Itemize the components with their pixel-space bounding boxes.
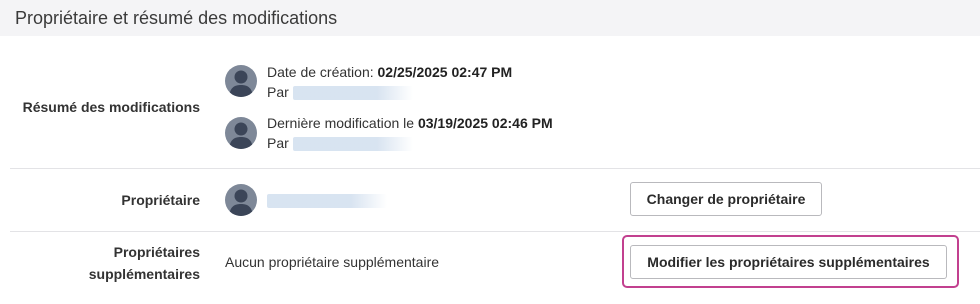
additional-owners-label-line1: Propriétaires — [113, 244, 200, 260]
no-additional-owners-text: Aucun propriétaire supplémentaire — [225, 254, 440, 270]
created-prefix: Date de création: — [267, 64, 378, 80]
created-by-label: Par — [267, 84, 289, 100]
created-by-redacted — [293, 86, 413, 100]
modified-date: 03/19/2025 02:46 PM — [417, 115, 553, 131]
modified-prefix: Dernière modification le — [267, 115, 418, 131]
section-header: Propriétaire et résumé des modifications — [0, 0, 980, 36]
created-line: Date de création: 02/25/2025 02:47 PM — [267, 63, 512, 81]
modified-by-label: Par — [267, 135, 289, 151]
owner-name-redacted — [267, 194, 387, 208]
additional-owners-label: Propriétaires supplémentaires — [10, 241, 200, 285]
modifier-avatar-icon — [225, 117, 257, 149]
additional-owners-label-line2: supplémentaires — [88, 266, 200, 282]
section-title: Propriétaire et résumé des modifications — [15, 7, 338, 28]
summary-label: Résumé des modifications — [22, 99, 200, 115]
divider — [10, 168, 980, 169]
change-owner-button[interactable]: Changer de propriétaire — [630, 182, 822, 216]
created-date: 02/25/2025 02:47 PM — [377, 64, 513, 80]
creator-avatar-icon — [225, 65, 257, 97]
modified-line: Dernière modification le 03/19/2025 02:4… — [267, 114, 553, 132]
owner-label: Propriétaire — [121, 192, 200, 208]
modified-by-redacted — [293, 137, 413, 151]
edit-additional-owners-button[interactable]: Modifier les propriétaires supplémentair… — [630, 245, 947, 279]
divider — [10, 231, 980, 232]
owner-avatar-icon — [225, 184, 257, 216]
